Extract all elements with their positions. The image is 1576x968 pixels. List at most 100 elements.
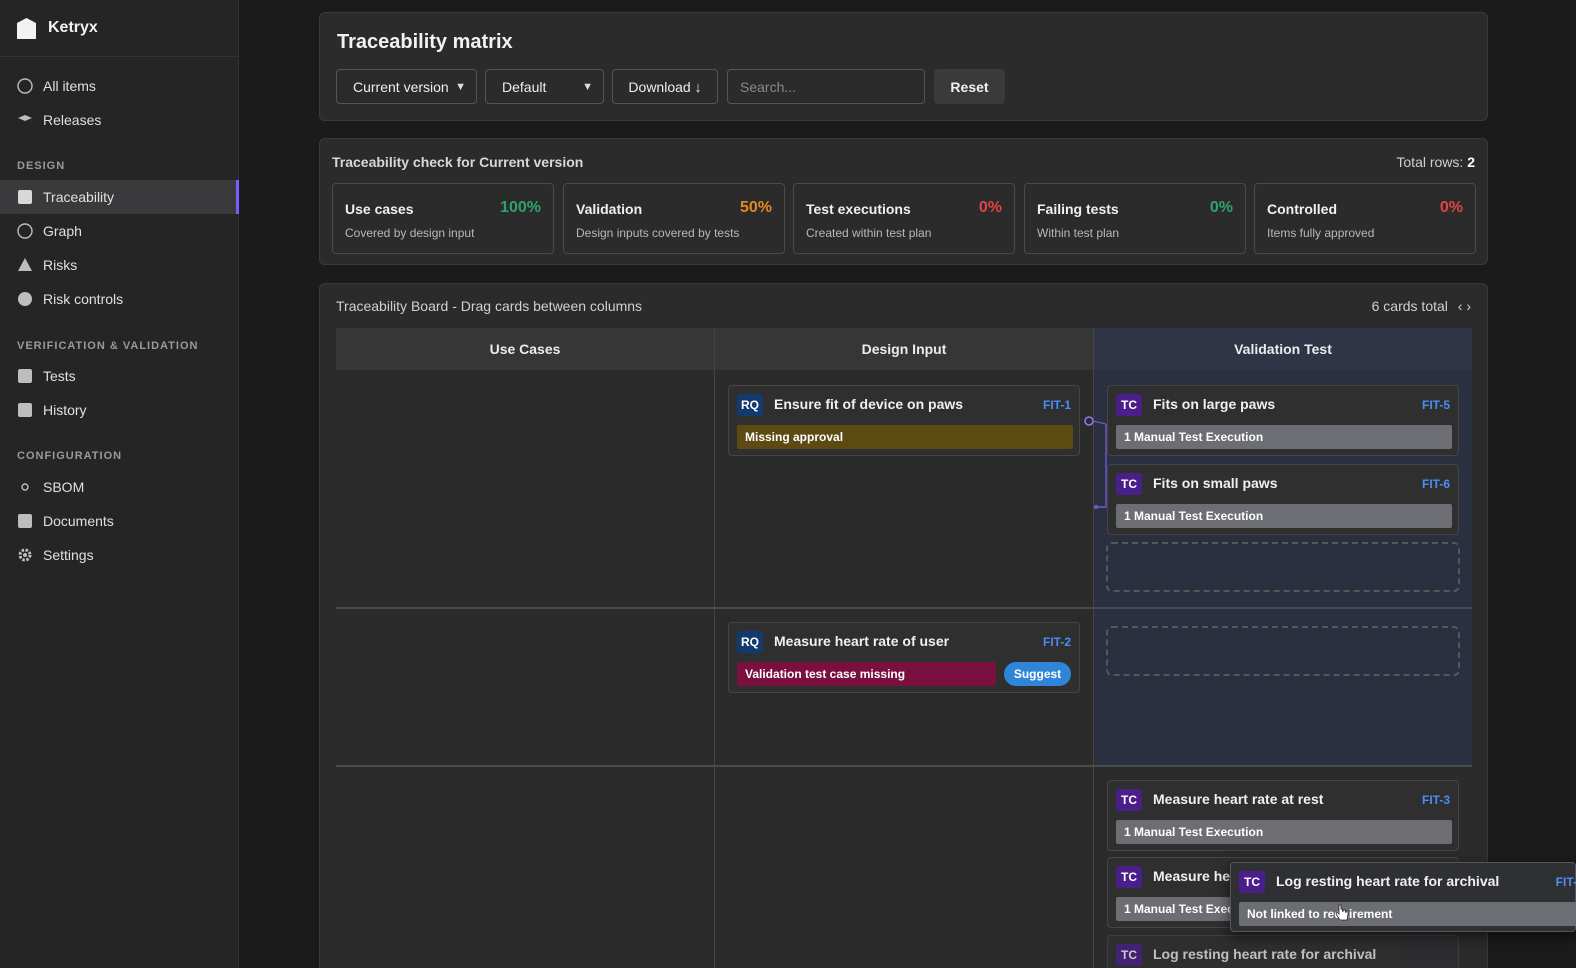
requirement-card[interactable]: RQ Measure heart rate of user FIT-2 Vali… [728,622,1080,693]
card-title: Measure heart rate of user [774,633,950,649]
metric-description: Covered by design input [345,226,475,240]
card-id[interactable]: FIT-1 [1043,398,1071,412]
check-title: Traceability check for Current version [332,154,584,170]
card-title: Fits on large paws [1153,396,1276,412]
card-title: Log resting heart rate for archival [1276,873,1500,889]
sidebar-item-label: Documents [43,513,114,529]
circle-icon [17,78,33,94]
card-title: Ensure fit of device on paws [774,396,964,412]
card-title: Measure hea [1153,868,1238,884]
card-count: 6 cards total [1371,298,1448,314]
sidebar-item-history[interactable]: History [0,393,239,427]
sidebar-item-releases[interactable]: Releases [0,103,239,137]
square-icon [17,189,33,205]
metric-percent: 50% [739,199,772,216]
sidebar-item-sbom[interactable]: SBOM [0,470,239,504]
card-id[interactable]: FIT-5 [1422,398,1450,412]
column-divider [714,328,715,968]
board-count: 6 cards total ‹ › [1372,298,1471,314]
metric-description: Items fully approved [1267,226,1375,240]
sidebar-item-settings[interactable]: Settings [0,538,239,572]
scroll-arrows-icon[interactable]: ‹ › [1458,298,1471,314]
test-case-badge: TC [1239,871,1265,893]
test-case-card[interactable]: TC Fits on small paws FIT-6 1 Manual Tes… [1107,464,1459,535]
card-id[interactable]: FIT-2 [1043,635,1071,649]
metric-description: Design inputs covered by tests [576,226,740,240]
ketryx-logo-icon [17,17,36,39]
test-case-card[interactable]: TC Log resting heart rate for archival [1107,935,1459,968]
card-id[interactable]: FIT-3 [1422,793,1450,807]
total-rows-label: Total rows: [1396,154,1464,170]
requirement-card[interactable]: RQ Ensure fit of device on paws FIT-1 Mi… [728,385,1080,456]
metric-percent: 0% [1439,199,1463,216]
test-case-badge: TC [1116,944,1142,966]
reset-label: Reset [950,78,989,95]
chevron-down-icon: ▼ [582,80,593,93]
status-bar: Validation test case missing [737,662,996,686]
download-button[interactable]: Download ↓ [612,69,718,104]
drop-zone[interactable] [1106,626,1460,676]
suggest-button[interactable]: Suggest [1004,662,1071,686]
reset-button[interactable]: Reset [934,69,1005,104]
card-title: Log resting heart rate for archival [1153,946,1377,962]
requirement-badge: RQ [737,394,763,416]
gear-icon [17,547,33,563]
view-select-value: Default [502,78,547,95]
sidebar-item-all-items[interactable]: All items [0,69,239,103]
square-icon [17,368,33,384]
sidebar-item-label: Releases [43,112,102,128]
column-header-validation-test: Validation Test [1094,328,1472,370]
sidebar-item-tests[interactable]: Tests [0,359,239,393]
metric-use-cases: Use cases 100% Covered by design input [332,183,554,254]
execution-bar: 1 Manual Test Execution [1116,504,1452,528]
test-case-card[interactable]: TC Measure heart rate at rest FIT-3 1 Ma… [1107,780,1459,851]
section-label-design: DESIGN [17,160,66,172]
test-case-card[interactable]: TC Fits on large paws FIT-5 1 Manual Tes… [1107,385,1459,456]
search-placeholder: Search... [740,78,797,95]
sidebar-item-documents[interactable]: Documents [0,504,239,538]
sidebar-item-label: All items [43,78,96,94]
dragged-test-case-card[interactable]: TC Log resting heart rate for archival F… [1230,862,1576,932]
metric-failing-tests: Failing tests 0% Within test plan [1024,183,1246,254]
metric-description: Within test plan [1037,226,1120,240]
brand[interactable]: Ketryx [0,0,238,57]
sidebar-item-graph[interactable]: Graph [0,214,239,248]
metric-name: Failing tests [1037,201,1119,217]
metric-percent: 0% [1209,199,1233,216]
sidebar-item-label: Traceability [43,189,115,205]
sidebar-item-label: SBOM [43,479,85,495]
card-id[interactable]: FIT- [1556,875,1576,889]
card-title: Fits on small paws [1153,475,1278,491]
row-divider [336,607,1472,609]
brand-name: Ketryx [48,19,98,36]
traceability-check-panel: Traceability check for Current version T… [319,138,1488,265]
view-select[interactable]: Default ▼ [485,69,604,104]
sidebar-item-traceability[interactable]: Traceability [0,180,239,214]
page-title: Traceability matrix [337,31,513,53]
card-title: Measure heart rate at rest [1153,791,1324,807]
sidebar-item-risks[interactable]: Risks [0,248,239,282]
sidebar-item-label: Tests [43,368,76,384]
metric-validation: Validation 50% Design inputs covered by … [563,183,785,254]
test-case-badge: TC [1116,789,1142,811]
header-panel: Traceability matrix Current version ▼ De… [319,12,1488,121]
metric-controlled: Controlled 0% Items fully approved [1254,183,1476,254]
test-case-badge: TC [1116,473,1142,495]
search-input[interactable]: Search... [727,69,925,104]
metric-name: Use cases [345,201,414,217]
execution-bar: 1 Manual Test Execution [1116,425,1452,449]
sidebar-item-label: Settings [43,547,94,563]
card-id[interactable]: FIT-6 [1422,477,1450,491]
sidebar-item-risk-controls[interactable]: Risk controls [0,282,239,316]
metric-name: Controlled [1267,201,1337,217]
sidebar-item-label: Graph [43,223,82,239]
dot-icon [17,479,33,495]
metric-test-executions: Test executions 0% Created within test p… [793,183,1015,254]
version-select[interactable]: Current version ▼ [336,69,477,104]
total-rows-value: 2 [1467,154,1475,170]
column-header-design-input: Design Input [715,328,1093,370]
metric-percent: 0% [978,199,1002,216]
total-rows: Total rows: 2 [1396,154,1475,170]
circle-icon [17,223,33,239]
drop-zone[interactable] [1106,542,1460,592]
